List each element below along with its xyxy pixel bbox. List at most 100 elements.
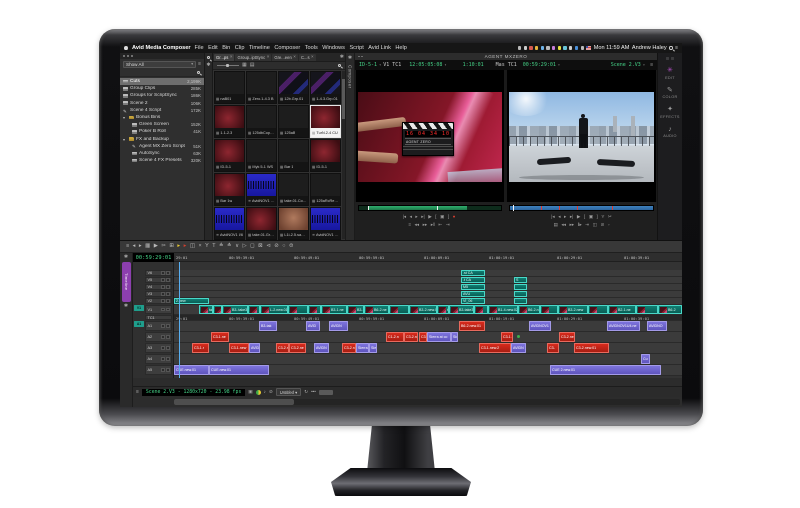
- mic-icon[interactable]: ⊘: [269, 390, 273, 395]
- timeline-clip-v1[interactable]: L-2.new.01: [260, 305, 288, 314]
- timeline-clip[interactable]: C3-2.r: [276, 343, 289, 353]
- track-header-v1[interactable]: V1: [145, 305, 172, 314]
- transport-button[interactable]: ◂: [410, 215, 412, 220]
- track-header-a2[interactable]: A2: [145, 332, 172, 342]
- audio-meter-icon[interactable]: ♪: [264, 390, 266, 395]
- track-header-a1[interactable]: A1: [145, 321, 172, 331]
- bin-filter-dropdown[interactable]: Show All ▾: [123, 61, 196, 68]
- control-center-icon[interactable]: ≡: [675, 45, 678, 51]
- status-icon-4[interactable]: [541, 46, 544, 49]
- track-header-v5[interactable]: V5: [145, 277, 172, 283]
- duration-display[interactable]: 1:10:01: [463, 62, 484, 68]
- menu-clip[interactable]: Clip: [235, 45, 245, 51]
- monitor-toggle[interactable]: [166, 278, 169, 281]
- transport-button[interactable]: Y: [601, 215, 604, 220]
- track-header-tc1[interactable]: TC1: [145, 315, 172, 320]
- monitor-toggle[interactable]: [166, 357, 169, 360]
- monitor-toggle[interactable]: [166, 271, 169, 274]
- bin-list-item[interactable]: ▾Bonus Bins: [120, 114, 204, 121]
- bin-list-item[interactable]: Scene 4 Script172K: [120, 107, 204, 114]
- apple-menu-icon[interactable]: [124, 46, 128, 50]
- transport-button[interactable]: ⇥: [446, 223, 450, 228]
- transport-button[interactable]: ▶: [577, 215, 581, 220]
- timeline-clip[interactable]: C3-: [547, 343, 559, 353]
- timeline-tool[interactable]: ◫: [190, 244, 195, 249]
- record-monitor[interactable]: [507, 70, 656, 202]
- timeline-clip[interactable]: C3-2.ne: [289, 343, 306, 353]
- draft-quality-icon[interactable]: [256, 390, 261, 395]
- timeline-clip[interactable]: Sier: [369, 343, 377, 353]
- video-quality-icon[interactable]: ▣: [248, 390, 252, 395]
- menu-file[interactable]: File: [195, 45, 204, 51]
- transport-button[interactable]: ▣: [589, 215, 593, 220]
- menu-script[interactable]: Script: [349, 45, 363, 51]
- close-icon[interactable]: ×: [230, 55, 233, 60]
- refresh-icon[interactable]: ↻: [304, 390, 308, 395]
- timeline-clip[interactable]: C3-1.new.2: [479, 343, 511, 353]
- close-icon[interactable]: ×: [311, 55, 314, 60]
- timeline-clip[interactable]: S: [514, 277, 527, 283]
- clip-thumbnail[interactable]: ▦ID-5-1: [310, 139, 341, 172]
- clip-thumbnail[interactable]: ▦naB01: [214, 71, 245, 104]
- timeline-gear-icon[interactable]: ✱: [124, 255, 128, 260]
- lane-v2[interactable]: [174, 298, 682, 305]
- timeline-clip[interactable]: AVID: [306, 321, 320, 331]
- timeline-clip[interactable]: C1-2.n: [386, 332, 404, 342]
- bin-list-item[interactable]: Cuts2,199K: [120, 78, 204, 85]
- source-track-label[interactable]: V1 TC1: [383, 62, 401, 68]
- lane-v6[interactable]: [174, 270, 682, 277]
- playhead[interactable]: [179, 262, 180, 378]
- timeline-scrollbar[interactable]: [174, 399, 680, 405]
- timeline-clip-v1[interactable]: B3-1.ne: [321, 305, 347, 314]
- monitor-toggle[interactable]: [166, 308, 169, 311]
- record-toggle[interactable]: [161, 324, 164, 327]
- record-toggle[interactable]: [161, 285, 164, 288]
- workspace-effects[interactable]: ✦EFFECTS: [660, 106, 679, 119]
- timeline-tool[interactable]: ≛: [227, 244, 232, 249]
- timeline-tool[interactable]: ○: [282, 244, 285, 249]
- record-toggle[interactable]: [161, 271, 164, 274]
- transport-button[interactable]: ▤: [553, 223, 557, 228]
- clock[interactable]: Mon 11:59 AM: [594, 45, 630, 51]
- timeline-clip[interactable]: B3-tak: [259, 321, 277, 331]
- timeline-tool[interactable]: ◂: [133, 244, 136, 249]
- timeline-tool[interactable]: ▸: [177, 244, 180, 249]
- record-timecode[interactable]: 00:59:29:01: [523, 62, 556, 68]
- timeline-clip-v1[interactable]: [213, 305, 222, 314]
- timeline-tool[interactable]: ⊜: [289, 244, 294, 249]
- bin-tab[interactable]: Gre...een×: [272, 54, 298, 61]
- transport-button[interactable]: ▸‖: [431, 223, 435, 228]
- timeline-clip-v1[interactable]: [248, 305, 260, 314]
- transport-button[interactable]: ]: [597, 215, 598, 220]
- timeline-clip-v1[interactable]: B2-1.ne: [608, 305, 636, 314]
- user-menu[interactable]: Andrew Haley: [632, 45, 667, 51]
- folder-caret-icon[interactable]: ▾: [123, 137, 127, 142]
- workspace-audio[interactable]: ♪AUDIO: [663, 126, 677, 139]
- transport-button[interactable]: ▸▸: [423, 223, 428, 228]
- timeline-tool[interactable]: ⊘: [274, 244, 279, 249]
- timeline-clip[interactable]: C3-2.new.01: [574, 343, 609, 353]
- track-header-v2[interactable]: V2: [145, 298, 172, 304]
- timeline-ruler[interactable]: 29:0100:59:39:0100:59:49:0100:59:59:0101…: [174, 253, 682, 262]
- transport-button[interactable]: ✂: [608, 215, 612, 220]
- timeline-clip[interactable]: C3-1.new: [229, 343, 249, 353]
- bin-search-icon[interactable]: [197, 71, 200, 74]
- timeline-clip-v1[interactable]: [636, 305, 658, 314]
- timeline-clip[interactable]: .st CA: [461, 270, 485, 276]
- bin-list-item[interactable]: Group Clips285K: [120, 85, 204, 92]
- status-icon-3[interactable]: [535, 46, 538, 49]
- source-patch-v1[interactable]: V1: [134, 305, 144, 311]
- clip-thumbnail[interactable]: ▦take.01.Grp.01: [246, 207, 277, 240]
- timeline-tool[interactable]: ∨: [235, 244, 239, 249]
- lane-a1[interactable]: [174, 321, 682, 332]
- menu-timeline[interactable]: Timeline: [249, 45, 270, 51]
- bin-list-item[interactable]: ▾FX and Backup: [120, 136, 204, 143]
- transport-button[interactable]: |◂: [403, 215, 407, 220]
- record-toggle[interactable]: [161, 346, 164, 349]
- transport-button[interactable]: [: [584, 215, 585, 220]
- track-header-a4[interactable]: A4: [145, 354, 172, 364]
- timeline-clip[interactable]: VI_06: [461, 298, 485, 304]
- bin-list-item[interactable]: Scene 2106K: [120, 100, 204, 107]
- menu-edit[interactable]: Edit: [208, 45, 218, 51]
- bin-list-item[interactable]: Poker B Roll41K: [120, 128, 204, 135]
